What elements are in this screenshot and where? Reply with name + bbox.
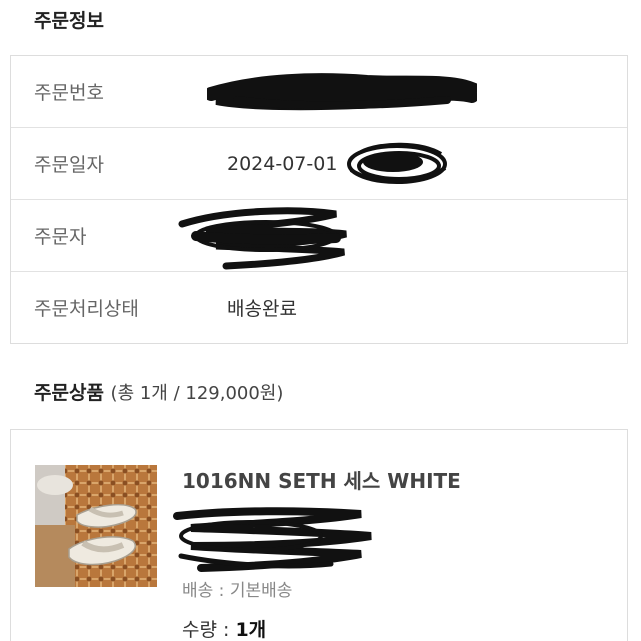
order-info-title: 주문정보 — [34, 10, 104, 32]
product-name[interactable]: 1016NN SETH 세스 WHITE — [182, 465, 461, 494]
redaction-scribble — [207, 73, 477, 111]
order-info-table: 주문번호 주문일자 2024-07-01 주문자 주문처리상태 배송완료 — [10, 55, 628, 344]
order-date-label: 주문일자 — [34, 154, 104, 176]
order-number-row: 주문번호 — [11, 56, 627, 128]
shipping-method: 배송 : 기본배송 — [182, 581, 293, 601]
orderer-row: 주문자 — [11, 200, 627, 272]
order-products-title: 주문상품 — [34, 382, 104, 404]
order-status-row: 주문처리상태 배송완료 — [11, 272, 627, 343]
redaction-scribble — [173, 507, 372, 572]
orderer-label: 주문자 — [34, 226, 87, 248]
product-thumbnail[interactable] — [35, 465, 157, 587]
redaction-scribble — [178, 207, 347, 270]
product-item-card: 1016NN SETH 세스 WHITE 배송 : 기본배송 수량 : 1개 — [10, 429, 628, 641]
order-date-value: 2024-07-01 — [227, 152, 338, 175]
sandal-photo-icon — [35, 465, 157, 587]
order-number-label: 주문번호 — [34, 82, 104, 104]
order-products-heading: 주문상품 (총 1개 / 129,000원) — [34, 378, 283, 405]
order-products-summary: (총 1개 / 129,000원) — [110, 383, 284, 404]
order-detail-page: 주문정보 주문번호 주문일자 2024-07-01 주문자 주문처리상태 배송완… — [0, 0, 641, 641]
quantity-label: 수량 : — [182, 619, 230, 641]
order-status-value: 배송완료 — [227, 298, 297, 320]
quantity-line: 수량 : 1개 — [182, 615, 266, 641]
order-date-row: 주문일자 2024-07-01 — [11, 128, 627, 200]
redaction-scribble — [347, 142, 447, 184]
quantity-value: 1개 — [235, 619, 267, 641]
order-status-label: 주문처리상태 — [34, 298, 139, 320]
